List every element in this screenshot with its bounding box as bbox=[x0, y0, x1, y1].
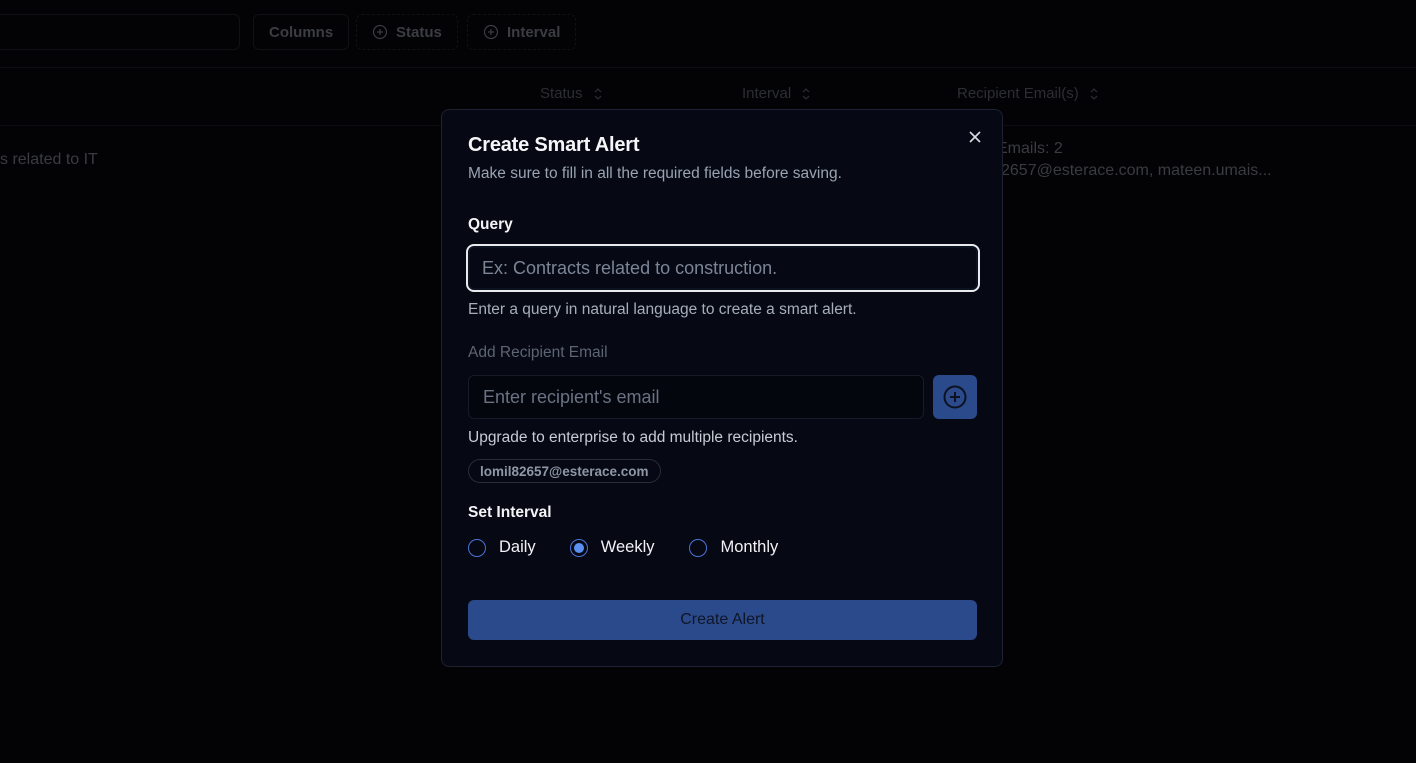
create-alert-button[interactable]: Create Alert bbox=[468, 600, 977, 640]
recipient-email-chip[interactable]: lomil82657@esterace.com bbox=[468, 459, 661, 483]
close-button[interactable] bbox=[966, 128, 984, 146]
plus-circle-icon bbox=[943, 385, 967, 409]
add-recipient-button[interactable] bbox=[933, 375, 977, 419]
radio-monthly[interactable] bbox=[689, 538, 708, 557]
radio-selected-dot bbox=[573, 542, 584, 553]
dialog-subtitle: Make sure to fill in all the required fi… bbox=[468, 165, 842, 182]
query-help-text: Enter a query in natural language to cre… bbox=[468, 301, 857, 318]
create-smart-alert-dialog: Create Smart Alert Make sure to fill in … bbox=[441, 109, 1003, 667]
interval-radio-group: Daily Weekly Monthly bbox=[468, 538, 778, 557]
query-input[interactable] bbox=[466, 244, 980, 292]
recipient-email-input[interactable] bbox=[468, 375, 924, 419]
close-icon bbox=[969, 131, 981, 143]
radio-label: Weekly bbox=[600, 538, 655, 556]
interval-label: Set Interval bbox=[468, 504, 552, 521]
radio-option-weekly[interactable]: Weekly bbox=[569, 538, 655, 557]
radio-label: Monthly bbox=[720, 538, 779, 556]
radio-option-daily[interactable]: Daily bbox=[468, 538, 536, 557]
radio-daily[interactable] bbox=[468, 538, 486, 557]
upgrade-help-text: Upgrade to enterprise to add multiple re… bbox=[468, 429, 798, 446]
dialog-title: Create Smart Alert bbox=[468, 134, 640, 156]
radio-label: Daily bbox=[499, 538, 536, 556]
radio-option-monthly[interactable]: Monthly bbox=[689, 538, 778, 557]
radio-weekly[interactable] bbox=[569, 538, 588, 557]
recipient-email-label: Add Recipient Email bbox=[468, 344, 608, 361]
query-label: Query bbox=[468, 216, 513, 233]
